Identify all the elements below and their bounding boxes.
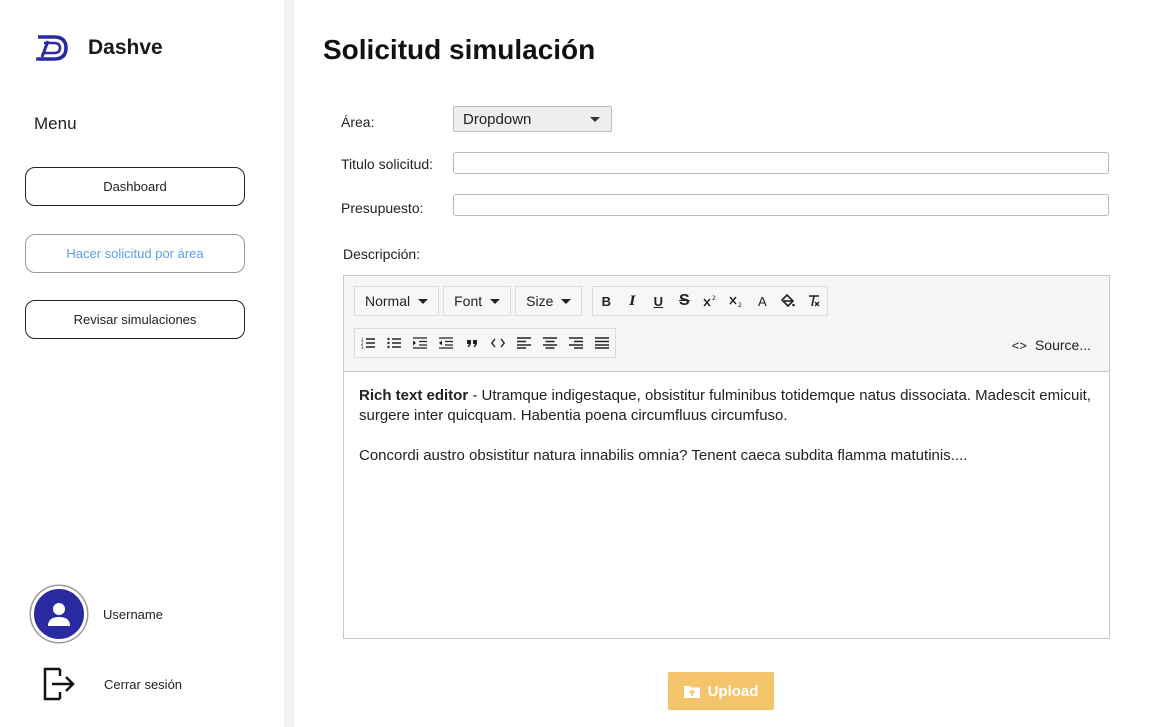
code-icon: <> (1011, 337, 1027, 353)
indent-icon (413, 337, 427, 349)
outdent-button[interactable] (433, 329, 459, 357)
area-label: Área: (341, 114, 375, 130)
editor-toolbar: Normal Font Size B I U S 2 2 A 1 2 3 <> … (344, 276, 1109, 372)
chevron-down-icon (418, 298, 429, 304)
sidebar: Dashve Menu Dashboard Hacer solicitud po… (0, 0, 284, 727)
align-justify-button[interactable] (589, 329, 615, 357)
text-style-group: B I U S 2 2 A (592, 286, 829, 316)
sidebar-item-hacer-solicitud[interactable]: Hacer solicitud por área (25, 234, 245, 273)
superscript-button[interactable]: 2 (697, 287, 723, 315)
italic-button[interactable]: I (619, 287, 645, 315)
folder-upload-icon (683, 685, 700, 698)
source-button[interactable]: <> Source... (1006, 330, 1097, 360)
chevron-down-icon (561, 298, 572, 304)
user-icon (48, 603, 70, 626)
toolbar-row-2: 123 (354, 328, 620, 358)
dashve-logo-icon (36, 35, 68, 61)
bullet-list-button[interactable] (381, 329, 407, 357)
font-dropdown[interactable]: Font (443, 286, 512, 316)
editor-paragraph-2: Concordi austro obsistitur natura innabi… (359, 447, 968, 464)
align-left-icon (517, 337, 531, 349)
editor-paragraph: Rich text editor - Utramque indigestaque… (359, 386, 1094, 426)
toolbar-row-1: Normal Font Size B I U S 2 2 A (354, 286, 832, 316)
format-dropdown[interactable]: Normal (354, 286, 440, 316)
menu-label: Menu (34, 114, 77, 133)
ordered-list-icon: 123 (361, 337, 375, 349)
text-color-button[interactable]: A (749, 287, 775, 315)
description-label: Descripción: (343, 246, 421, 262)
svg-text:2: 2 (738, 302, 742, 308)
logout-icon (43, 667, 75, 701)
user-profile[interactable]: Username (31, 586, 163, 642)
align-center-button[interactable] (537, 329, 563, 357)
upload-button[interactable]: Upload (668, 672, 774, 710)
editor-bold-lead: Rich text editor (359, 387, 469, 404)
sidebar-divider (284, 0, 294, 727)
align-justify-icon (595, 337, 609, 349)
align-right-icon (569, 337, 583, 349)
chevron-down-icon (590, 117, 600, 122)
align-center-icon (543, 337, 557, 349)
page-title: Solicitud simulación (323, 34, 596, 65)
source-label: Source... (1034, 337, 1091, 353)
avatar[interactable] (31, 586, 87, 642)
ordered-list-button[interactable]: 123 (355, 329, 381, 357)
upload-label: Upload (707, 682, 759, 700)
clear-format-button[interactable] (801, 287, 827, 315)
indent-button[interactable] (407, 329, 433, 357)
brand: Dashve (34, 33, 163, 63)
format-dropdown-value: Normal (365, 293, 411, 309)
size-dropdown-value: Size (526, 293, 554, 309)
area-dropdown-value: Dropdown (463, 110, 532, 128)
subscript-icon: 2 (729, 296, 742, 308)
paint-bucket-icon (781, 294, 796, 308)
subscript-button[interactable]: 2 (723, 287, 749, 315)
chevron-down-icon (490, 298, 501, 304)
quote-icon (467, 340, 477, 347)
budget-input[interactable] (453, 194, 1109, 216)
font-dropdown-value: Font (454, 293, 483, 309)
editor-paragraph-text: - Utramque indigestaque, obsistitur fulm… (359, 387, 1091, 424)
blockquote-button[interactable] (459, 329, 485, 357)
fill-color-button[interactable] (775, 287, 801, 315)
budget-label: Presupuesto: (341, 200, 424, 216)
logout-button[interactable]: Cerrar sesión (40, 665, 182, 703)
align-left-button[interactable] (511, 329, 537, 357)
sidebar-item-dashboard[interactable]: Dashboard (25, 167, 245, 206)
strikethrough-button[interactable]: S (671, 287, 697, 315)
bold-button[interactable]: B (593, 287, 619, 315)
clear-format-icon (809, 295, 820, 307)
rich-text-editor[interactable]: Normal Font Size B I U S 2 2 A 1 2 3 <> … (343, 275, 1110, 639)
superscript-icon: 2 (703, 295, 716, 307)
logout-label: Cerrar sesión (104, 676, 183, 692)
area-dropdown[interactable]: Dropdown (453, 106, 612, 132)
outdent-icon (439, 337, 453, 349)
title-input[interactable] (453, 152, 1109, 174)
code-button[interactable] (485, 329, 511, 357)
editor-content[interactable]: Rich text editor - Utramque indigestaque… (344, 372, 1109, 480)
sidebar-item-revisar-simulaciones[interactable]: Revisar simulaciones (25, 300, 245, 339)
underline-button[interactable]: U (645, 287, 671, 315)
align-right-button[interactable] (563, 329, 589, 357)
brand-name: Dashve (88, 36, 163, 59)
bullet-list-icon (387, 337, 401, 349)
svg-text:2: 2 (712, 295, 716, 302)
code-icon (491, 338, 505, 348)
username: Username (103, 606, 163, 622)
svg-text:3: 3 (361, 345, 364, 349)
paragraph-group: 123 (354, 328, 616, 358)
size-dropdown[interactable]: Size (515, 286, 583, 316)
title-label: Titulo solicitud: (341, 156, 434, 172)
